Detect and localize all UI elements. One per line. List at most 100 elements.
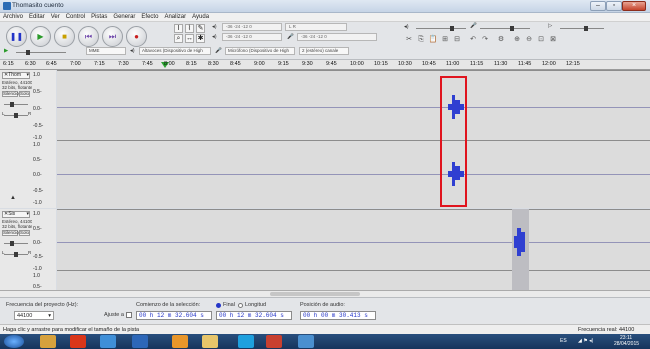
- scrollbar-thumb[interactable]: [270, 292, 360, 296]
- envelope-tool-icon[interactable]: ⌇: [185, 24, 194, 33]
- playback-device-select[interactable]: Altavoces (Dispositivo de High: [139, 47, 211, 55]
- record-button[interactable]: ●: [126, 26, 147, 47]
- gain-slider[interactable]: [4, 243, 28, 244]
- silence-icon[interactable]: ⊟: [452, 35, 462, 44]
- audacity-window: Thomasito cuento – ▫ × Archivo Editar Ver C…: [0, 0, 650, 349]
- pan-slider-thumb[interactable]: [14, 252, 18, 257]
- waveform-channel-left[interactable]: [57, 70, 650, 140]
- ruler-tick: 6:30: [25, 61, 36, 67]
- minimize-button[interactable]: –: [590, 1, 606, 11]
- playback-meter-2[interactable]: -36 -24 -12 0: [222, 33, 282, 41]
- word-icon[interactable]: [132, 335, 148, 348]
- selection-start-time[interactable]: 00 h 12 m 32.604 s: [136, 311, 212, 320]
- skip-end-button[interactable]: ⏭: [102, 26, 123, 47]
- waveform-clip[interactable]: [514, 236, 517, 248]
- pause-button[interactable]: ❚❚: [6, 26, 27, 47]
- play-at-speed-icon[interactable]: ▷: [548, 23, 552, 29]
- end-radio[interactable]: [216, 303, 221, 308]
- length-radio[interactable]: [238, 303, 243, 308]
- snap-to-checkbox[interactable]: [126, 312, 132, 318]
- stop-button[interactable]: ■: [54, 26, 75, 47]
- menu-analizar[interactable]: Analizar: [161, 13, 189, 20]
- track-name-menu[interactable]: ✕Thom ▾: [2, 72, 30, 79]
- project-rate-select[interactable]: 44100 ▾: [14, 311, 54, 320]
- firefox-icon[interactable]: [172, 335, 188, 348]
- menu-editar[interactable]: Editar: [26, 13, 48, 20]
- sync-lock-icon[interactable]: ⚙: [496, 35, 506, 44]
- snap-to-label: Ajuste a: [104, 312, 124, 318]
- clock-date[interactable]: 28/04/2015: [614, 341, 639, 347]
- channels-select[interactable]: 2 (estéreo) canale: [299, 47, 349, 55]
- record-meter[interactable]: L R: [285, 23, 347, 31]
- waveform-channel-right[interactable]: [57, 270, 650, 290]
- redo-icon[interactable]: ↷: [480, 35, 490, 44]
- multi-tool-icon[interactable]: ✱: [196, 34, 205, 43]
- ruler-tick: 7:00: [70, 61, 81, 67]
- skype-icon[interactable]: [238, 335, 254, 348]
- playback-meter[interactable]: -36 -24 -12 0: [222, 23, 282, 31]
- fit-selection-icon[interactable]: ⊡: [536, 35, 546, 44]
- cut-icon[interactable]: ✂: [404, 35, 414, 44]
- output-volume-thumb[interactable]: [450, 26, 454, 31]
- solo-button[interactable]: Solo: [19, 91, 30, 97]
- timeshift-tool-icon[interactable]: ↔: [185, 34, 194, 43]
- sound-recorder-icon[interactable]: [266, 335, 282, 348]
- maximize-button[interactable]: ▫: [606, 1, 622, 11]
- play-speed-thumb[interactable]: [584, 26, 588, 31]
- file-explorer-icon[interactable]: [202, 335, 218, 348]
- zoom-in-icon[interactable]: ⊕: [512, 35, 522, 44]
- timeline-ruler[interactable]: 6:15 6:30 6:45 7:00 7:15 7:30 7:45 8:00 …: [0, 60, 650, 70]
- opera-browser-icon[interactable]: [70, 335, 86, 348]
- gain-slider[interactable]: [4, 104, 28, 105]
- audio-host-select[interactable]: MME: [86, 47, 126, 55]
- language-indicator[interactable]: ES: [560, 338, 567, 344]
- photos-icon[interactable]: [298, 335, 314, 348]
- menu-bar: Archivo Editar Ver Control Pistas Generar Efec…: [0, 13, 650, 22]
- pan-slider-thumb[interactable]: [14, 113, 18, 118]
- collapse-track-icon[interactable]: ▲: [10, 195, 16, 201]
- fit-project-icon[interactable]: ⊠: [548, 35, 558, 44]
- start-button-icon[interactable]: [4, 335, 24, 348]
- playback-slider-thumb[interactable]: [26, 50, 30, 55]
- horizontal-scrollbar[interactable]: [0, 290, 650, 297]
- paste-icon[interactable]: 📋: [428, 35, 438, 44]
- gain-slider-thumb[interactable]: [10, 241, 14, 246]
- menu-ver[interactable]: Ver: [48, 13, 63, 20]
- input-volume-thumb[interactable]: [510, 26, 514, 31]
- trim-icon[interactable]: ⊞: [440, 35, 450, 44]
- record-meter-2[interactable]: -36 -24 -12 0: [297, 33, 377, 41]
- audio-position-time[interactable]: 00 h 00 m 30.413 s: [300, 311, 376, 320]
- undo-icon[interactable]: ↶: [468, 35, 478, 44]
- scale-label: 1.0: [33, 72, 40, 78]
- gain-slider-thumb[interactable]: [10, 102, 14, 107]
- selection-tool-icon[interactable]: I: [174, 24, 183, 33]
- play-speed-slider[interactable]: [560, 28, 604, 29]
- record-device-select[interactable]: Micrófono (Dispositivo de High: [225, 47, 295, 55]
- menu-pistas[interactable]: Pistas: [88, 13, 110, 20]
- output-volume-slider[interactable]: [416, 28, 466, 29]
- waveform-clip[interactable]: [521, 232, 525, 252]
- close-button[interactable]: ×: [622, 1, 646, 11]
- menu-ayuda[interactable]: Ayuda: [189, 13, 212, 20]
- menu-efecto[interactable]: Efecto: [138, 13, 161, 20]
- zoom-tool-icon[interactable]: ⌕: [174, 34, 183, 43]
- input-volume-slider[interactable]: [480, 28, 530, 29]
- zoom-out-icon[interactable]: ⊖: [524, 35, 534, 44]
- media-player-icon[interactable]: [100, 335, 116, 348]
- copy-icon[interactable]: ⎘: [416, 35, 426, 44]
- selection-end-time[interactable]: 00 h 12 m 32.604 s: [216, 311, 292, 320]
- playback-slider[interactable]: [16, 52, 66, 53]
- audacity-taskbar-icon[interactable]: [40, 335, 56, 348]
- solo-button[interactable]: Solo: [19, 230, 30, 236]
- play-button[interactable]: ▶: [30, 26, 51, 47]
- menu-archivo[interactable]: Archivo: [0, 13, 26, 20]
- draw-tool-icon[interactable]: ✎: [196, 24, 205, 33]
- menu-control[interactable]: Control: [63, 13, 88, 20]
- waveform-channel-left[interactable]: [57, 209, 650, 270]
- tray-icons[interactable]: ◢ ⚑ ◂): [578, 338, 593, 344]
- track-name-menu[interactable]: ✕Sis ▾: [2, 211, 30, 218]
- mute-button[interactable]: Silencio: [2, 230, 19, 236]
- skip-start-button[interactable]: ⏮: [78, 26, 99, 47]
- mute-button[interactable]: Silencio: [2, 91, 19, 97]
- menu-generar[interactable]: Generar: [110, 13, 138, 20]
